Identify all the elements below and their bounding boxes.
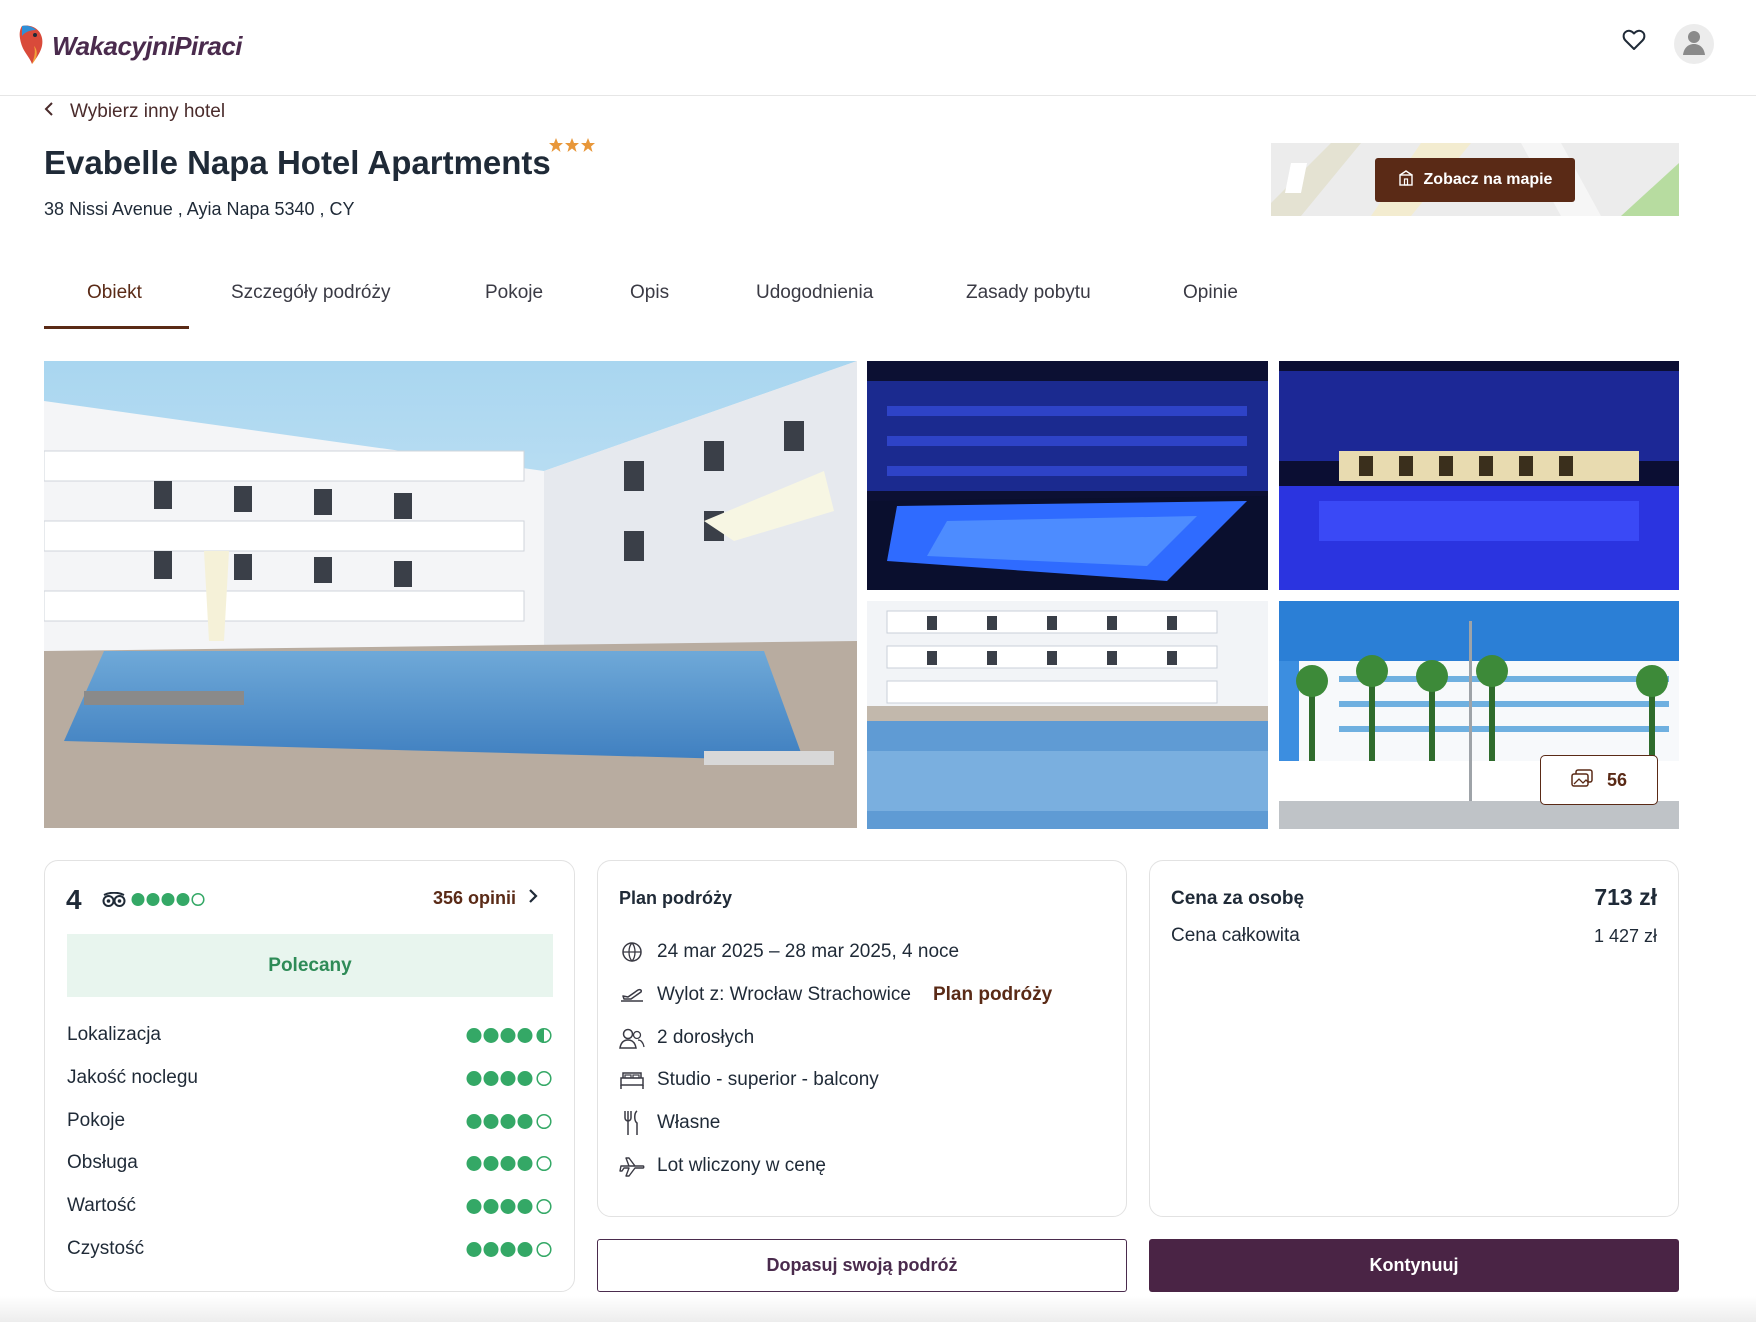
rating-bubbles (466, 1241, 553, 1258)
favorites-button[interactable] (1620, 28, 1648, 56)
parrot-logo-icon (16, 22, 46, 71)
show-on-map-label: Zobacz na mapie (1423, 171, 1553, 188)
map-icon (1398, 169, 1414, 191)
rating-score: 4 (66, 884, 82, 915)
rating-label: Czystość (67, 1238, 145, 1259)
rating-label: Pokoje (67, 1110, 126, 1131)
guests-icon (619, 1025, 645, 1051)
price-per-person-value: 713 zł (1594, 884, 1657, 910)
total-price-label: Cena całkowita (1171, 925, 1300, 946)
tab-obiekt[interactable]: Obiekt (87, 282, 142, 304)
rating-label: Wartość (67, 1195, 136, 1216)
rating-row-jakosc-noclegu: Jakość noclegu (67, 1063, 553, 1093)
plan-guests-row: 2 dorosłych (619, 1023, 754, 1053)
star-icon (565, 138, 579, 157)
photos-icon (1571, 768, 1593, 792)
plan-board: Własne (657, 1112, 721, 1133)
rating-bubbles (466, 1027, 553, 1044)
rating-bubbles (466, 1113, 553, 1130)
tab-szczegoly-podrozy[interactable]: Szczegóły podróży (231, 282, 390, 304)
plan-departure-row: Wylot z: Wrocław Strachowice Plan podróż… (619, 980, 1052, 1010)
tripadvisor-icon (102, 891, 126, 913)
reviews-count-link[interactable]: 356 opinii (433, 888, 538, 909)
chevron-left-icon (44, 101, 54, 123)
heart-icon (1622, 29, 1646, 56)
rating-label: Obsługa (67, 1152, 138, 1173)
gallery-photo[interactable] (867, 601, 1268, 829)
plan-flight: Lot wliczony w cenę (657, 1155, 826, 1176)
tab-pokoje[interactable]: Pokoje (485, 282, 543, 304)
back-to-hotels-link[interactable]: Wybierz inny hotel (44, 101, 225, 123)
main-photo[interactable] (44, 361, 857, 828)
recommended-badge: Polecany (67, 934, 553, 997)
star-icon (581, 138, 595, 157)
tab-opinie[interactable]: Opinie (1183, 282, 1238, 304)
bed-icon (619, 1067, 645, 1093)
plan-room: Studio - superior - balcony (657, 1069, 879, 1090)
plan-guests: 2 dorosłych (657, 1027, 755, 1048)
back-link-label: Wybierz inny hotel (70, 101, 226, 122)
bottom-shadow (0, 1296, 1756, 1322)
total-price-value: 1 427 zł (1593, 926, 1657, 946)
gallery-photo[interactable] (1279, 361, 1679, 590)
rating-row-obsluga: Obsługa (67, 1148, 553, 1178)
rating-label: Jakość noclegu (67, 1067, 198, 1088)
rating-bubbles (466, 1155, 553, 1172)
customize-trip-button[interactable]: Dopasuj swoją podróż (597, 1239, 1127, 1292)
top-bar: WakacyjniPiraci (0, 0, 1756, 96)
tab-opis[interactable]: Opis (630, 282, 669, 304)
tab-zasady-pobytu[interactable]: Zasady pobytu (966, 282, 1091, 304)
plan-board-row: Własne (619, 1108, 720, 1138)
continue-button[interactable]: Kontynuuj (1149, 1239, 1679, 1292)
overall-rating-bubbles (131, 892, 206, 907)
plane-takeoff-icon (619, 982, 645, 1008)
hotel-tabs: Obiekt Szczegóły podróży Pokoje Opis Udo… (44, 262, 1284, 330)
reviews-count: 356 opinii (433, 888, 517, 908)
plan-flight-row: Lot wliczony w cenę (619, 1151, 826, 1181)
plan-dates-row: 24 mar 2025 – 28 mar 2025, 4 noce (619, 937, 959, 967)
price-card (1149, 860, 1679, 1217)
all-photos-button[interactable]: 56 (1540, 755, 1658, 805)
plan-details-link[interactable]: Plan podróży (933, 984, 1052, 1006)
logo-text: WakacyjniPiraci (52, 30, 243, 61)
gallery-photo[interactable] (867, 361, 1268, 590)
hotel-title: Evabelle Napa Hotel Apartments (44, 144, 551, 181)
price-per-person-label: Cena za osobę (1171, 888, 1305, 909)
photo-count: 56 (1606, 769, 1628, 790)
rating-label: Lokalizacja (67, 1024, 161, 1045)
cutlery-icon (619, 1110, 645, 1136)
rating-bubbles (466, 1198, 553, 1215)
plan-room-row: Studio - superior - balcony (619, 1065, 879, 1095)
rating-row-pokoje: Pokoje (67, 1106, 553, 1136)
plane-icon (619, 1153, 645, 1179)
plan-dates: 24 mar 2025 – 28 mar 2025, 4 noce (657, 941, 960, 962)
trip-plan-title: Plan podróży (619, 888, 733, 908)
site-logo[interactable]: WakacyjniPiraci (16, 20, 243, 72)
hotel-stars (549, 138, 595, 157)
user-icon (1682, 29, 1706, 60)
hotel-address: 38 Nissi Avenue , Ayia Napa 5340 , CY (44, 199, 355, 219)
rating-bubbles (466, 1070, 553, 1087)
tab-udogodnienia[interactable]: Udogodnienia (756, 282, 873, 304)
active-tab-indicator (44, 326, 189, 329)
star-icon (549, 138, 563, 157)
rating-row-lokalizacja: Lokalizacja (67, 1020, 553, 1050)
plan-departure: Wylot z: Wrocław Strachowice (657, 984, 911, 1005)
account-button[interactable] (1674, 24, 1714, 64)
rating-row-czystosc: Czystość (67, 1234, 553, 1264)
show-on-map-button[interactable]: Zobacz na mapie (1375, 158, 1575, 202)
rating-row-wartosc: Wartość (67, 1191, 553, 1221)
chevron-right-icon (528, 888, 538, 909)
calendar-globe-icon (619, 939, 645, 965)
